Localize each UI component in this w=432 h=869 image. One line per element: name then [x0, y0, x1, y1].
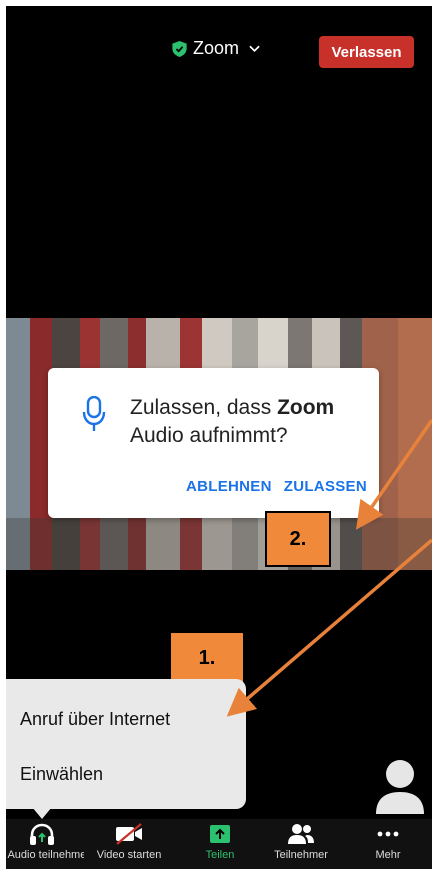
avatar-icon [376, 760, 424, 814]
share-icon [210, 825, 230, 843]
leave-meeting-button[interactable]: Verlassen [319, 36, 414, 68]
more-icon [377, 831, 399, 837]
permission-message: Zulassen, dass Zoom Audio aufnimmt? [130, 394, 370, 450]
menu-item-internet-call[interactable]: Anruf über Internet [20, 709, 170, 730]
participants-button[interactable]: Teilnehmer [258, 819, 344, 861]
more-button[interactable]: Mehr [358, 819, 418, 861]
microphone-icon [82, 396, 106, 431]
start-video-label: Video starten [96, 849, 162, 861]
annotation-step-2: 2. [265, 511, 331, 567]
participants-label: Teilnehmer [274, 849, 328, 861]
participants-icon [288, 824, 314, 844]
annotation-step-1: 1. [169, 631, 245, 685]
share-button[interactable]: Teilen [190, 819, 250, 861]
share-label: Teilen [205, 849, 235, 861]
menu-item-dial-in[interactable]: Einwählen [20, 764, 103, 785]
deny-button[interactable]: ABLEHNEN [186, 478, 272, 495]
more-label: Mehr [375, 849, 401, 861]
permission-message-app: Zoom [277, 396, 335, 419]
permission-message-prefix: Zulassen, dass [130, 396, 278, 419]
shield-check-icon [172, 40, 187, 57]
menu-pointer [32, 807, 52, 819]
allow-button[interactable]: ZULASSEN [284, 478, 367, 495]
start-video-button[interactable]: Video starten [84, 819, 174, 861]
join-audio-button[interactable]: An Audio teilnehmen [6, 819, 84, 861]
audio-permission-dialog: Zulassen, dass Zoom Audio aufnimmt? ABLE… [48, 368, 379, 518]
bottom-toolbar: An Audio teilnehmen Video starten Teilen [6, 819, 432, 869]
meeting-title-dropdown[interactable]: Zoom [172, 38, 260, 59]
headphones-icon [30, 823, 54, 845]
top-bar: Zoom Verlassen [6, 6, 432, 86]
video-off-icon [116, 823, 142, 845]
dialog-actions: ABLEHNEN ZULASSEN [48, 478, 379, 495]
join-audio-label: An Audio teilnehmen [6, 849, 84, 861]
zoom-meeting-screen: Zoom Verlassen Zulassen, dass Zoom Audio… [6, 6, 432, 869]
audio-options-menu: Anruf über Internet Einwählen [6, 679, 246, 819]
chevron-down-icon [249, 45, 260, 52]
meeting-title-label: Zoom [193, 38, 240, 58]
permission-message-suffix: Audio aufnimmt? [130, 424, 288, 447]
